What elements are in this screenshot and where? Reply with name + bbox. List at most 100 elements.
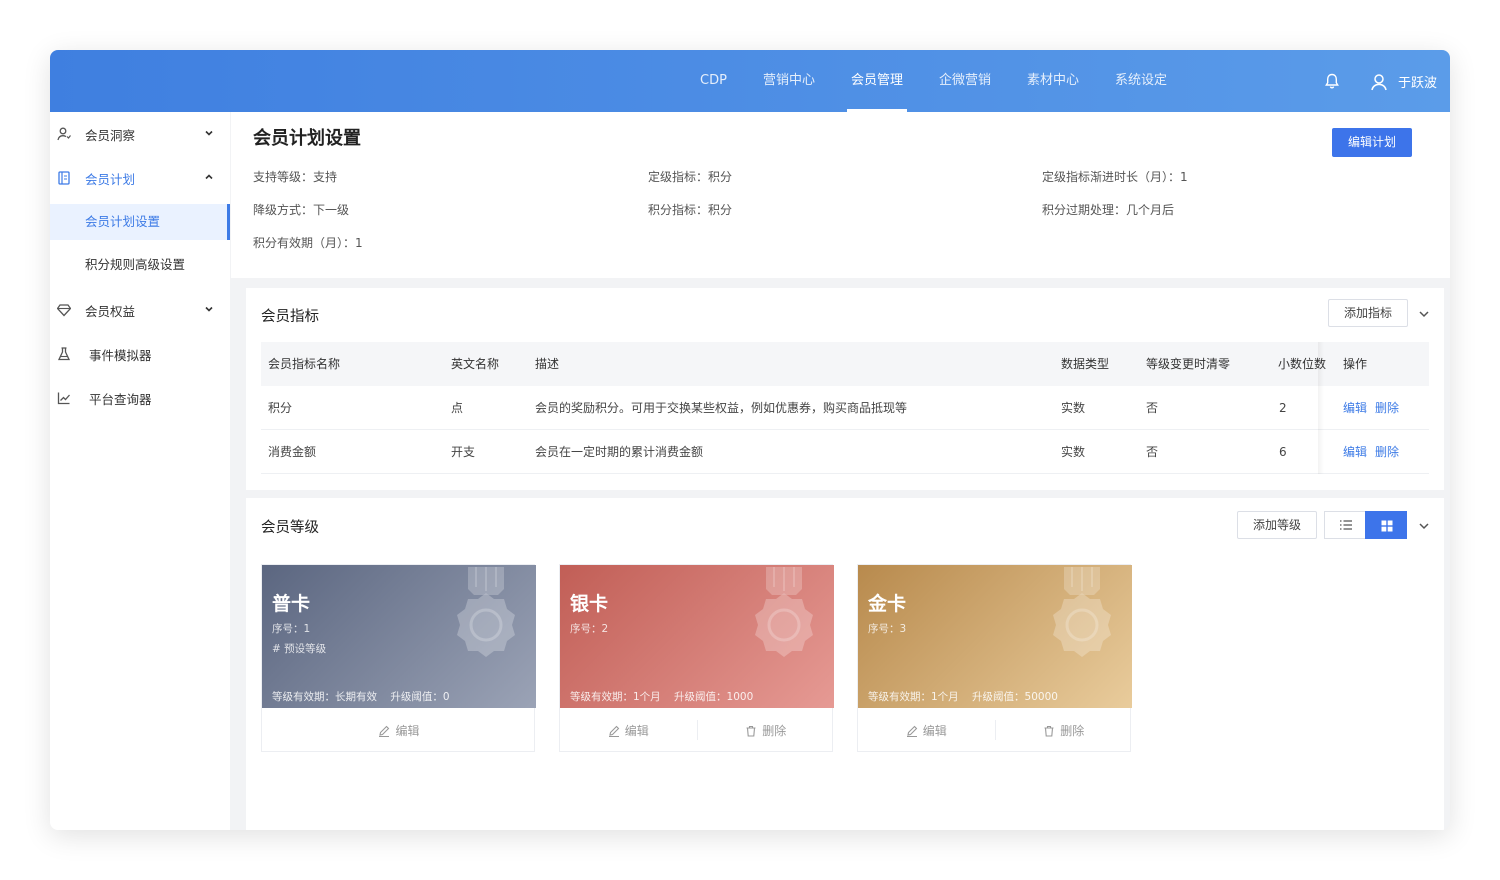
level-card: 普卡 序号：1 # 预设等级 等级有效期：长期有效 升级阈值：0 编辑	[261, 564, 536, 753]
chevron-down-icon[interactable]	[1418, 308, 1430, 320]
nav-cdp[interactable]: CDP	[700, 50, 727, 112]
level-card-face[interactable]: 银卡 序号：2 等级有效期：1个月 升级阈值：1000	[560, 565, 834, 708]
level-name: 普卡	[272, 593, 311, 615]
level-seq: 序号：2	[570, 623, 609, 635]
level-card-actions: 编辑	[262, 708, 536, 753]
sidebar-item-member-insight[interactable]: 会员洞察	[50, 112, 230, 156]
nav-member-management[interactable]: 会员管理	[846, 50, 907, 112]
cell-data-type: 实数	[1061, 445, 1086, 459]
level-edit-button[interactable]: 编辑	[262, 708, 536, 753]
level-edit-label: 编辑	[395, 724, 420, 738]
flask-icon	[57, 347, 71, 361]
top-bar: CDP 营销中心 会员管理 企微营销 素材中心 系统设定 于跃波	[50, 50, 1450, 112]
cell-data-type: 实数	[1061, 401, 1086, 415]
level-footer: 等级有效期：1个月 升级阈值：1000	[570, 689, 753, 704]
level-seq: 序号：1	[272, 623, 311, 635]
sidebar-subitem-plan-settings[interactable]: 会员计划设置	[50, 204, 230, 240]
level-card-actions: 编辑 删除	[858, 708, 1132, 753]
nav-marketing-center[interactable]: 营销中心	[763, 50, 815, 112]
cell-metric-name: 积分	[268, 401, 293, 415]
level-card: 银卡 序号：2 等级有效期：1个月 升级阈值：1000 编辑 删除	[559, 564, 834, 753]
col-metric-name: 会员指标名称	[268, 357, 341, 371]
level-card-face[interactable]: 普卡 序号：1 # 预设等级 等级有效期：长期有效 升级阈值：0	[262, 565, 536, 708]
info-points-validity: 积分有效期（月）：1	[253, 236, 363, 250]
col-data-type: 数据类型	[1061, 357, 1110, 371]
level-validity: 等级有效期：长期有效	[272, 691, 377, 703]
sidebar-subitem-points-rules[interactable]: 积分规则高级设置	[50, 247, 230, 283]
sidebar-item-platform-query[interactable]: 平台查询器	[50, 376, 230, 420]
pencil-icon	[608, 725, 620, 737]
sidebar: 会员洞察 会员计划 会员计划设置 积分规则高级设置 会员权益 事件模拟器 平台查…	[50, 112, 230, 830]
delete-link[interactable]: 删除	[1375, 401, 1399, 415]
level-name: 银卡	[570, 593, 609, 615]
sidebar-item-event-simulator[interactable]: 事件模拟器	[50, 332, 230, 376]
sidebar-item-label: 平台查询器	[89, 391, 152, 407]
grid-view-toggle[interactable]	[1365, 511, 1407, 539]
nav-material-center[interactable]: 素材中心	[1027, 50, 1079, 112]
level-threshold: 升级阈值：0	[390, 691, 450, 703]
pencil-icon	[379, 725, 390, 737]
level-edit-button[interactable]: 编辑	[560, 708, 697, 753]
levels-title: 会员等级	[261, 520, 319, 536]
trash-icon	[746, 725, 756, 737]
top-nav: CDP 营销中心 会员管理 企微营销 素材中心 系统设定	[700, 50, 1203, 112]
level-edit-label: 编辑	[922, 724, 947, 738]
sidebar-item-member-plan[interactable]: 会员计划	[50, 156, 230, 200]
level-card-actions: 编辑 删除	[560, 708, 834, 753]
user-menu[interactable]: 于跃波	[1370, 72, 1437, 91]
col-description: 描述	[535, 357, 560, 371]
chart-line-icon	[57, 392, 70, 405]
add-metric-button[interactable]: 添加指标	[1328, 299, 1408, 327]
info-points-metric: 积分指标：积分	[648, 203, 733, 217]
level-preset-tag: # 预设等级	[272, 643, 327, 655]
edit-link[interactable]: 编辑	[1343, 401, 1367, 415]
level-footer: 等级有效期：1个月 升级阈值：50000	[868, 689, 1058, 704]
cell-metric-name: 消费金额	[268, 445, 317, 459]
bell-icon[interactable]	[1325, 73, 1339, 89]
sidebar-item-member-benefits[interactable]: 会员权益	[50, 288, 230, 332]
page-title: 会员计划设置	[253, 128, 361, 149]
level-validity: 等级有效期：1个月	[868, 691, 959, 703]
info-grade-window: 定级指标渐进时长（月）：1	[1042, 170, 1188, 184]
sidebar-item-label: 会员洞察	[85, 127, 136, 143]
list-icon	[1340, 520, 1352, 530]
level-name: 金卡	[868, 593, 907, 615]
table-row: 积分 点 会员的奖励积分。可用于交换某些权益，例如优惠券，购买商品抵现等 实数 …	[261, 386, 1429, 430]
chevron-down-icon	[205, 130, 213, 136]
cell-decimals: 6	[1279, 445, 1287, 459]
sidebar-item-label: 会员权益	[85, 303, 136, 319]
cell-description: 会员的奖励积分。可用于交换某些权益，例如优惠券，购买商品抵现等	[535, 401, 908, 415]
info-downgrade: 降级方式：下一级	[253, 203, 350, 217]
level-delete-button[interactable]: 删除	[996, 708, 1133, 753]
delete-link[interactable]: 删除	[1375, 445, 1399, 459]
trash-icon	[1044, 725, 1054, 737]
diamond-icon	[57, 304, 71, 317]
level-edit-button[interactable]: 编辑	[858, 708, 995, 753]
user-name: 于跃波	[1398, 76, 1438, 91]
level-delete-label: 删除	[1060, 724, 1085, 738]
cell-decimals: 2	[1279, 401, 1287, 415]
info-grade-metric: 定级指标：积分	[648, 170, 733, 184]
nav-wecom-marketing[interactable]: 企微营销	[939, 50, 991, 112]
cell-english-name: 点	[451, 401, 464, 415]
level-footer: 等级有效期：长期有效 升级阈值：0	[272, 689, 450, 704]
chevron-down-icon[interactable]	[1418, 520, 1430, 532]
level-card: 金卡 序号：3 等级有效期：1个月 升级阈值：50000 编辑 删除	[857, 564, 1132, 753]
nav-system-settings[interactable]: 系统设定	[1115, 50, 1167, 112]
cell-reset-on-change: 否	[1146, 401, 1159, 415]
edit-link[interactable]: 编辑	[1343, 445, 1367, 459]
edit-plan-button[interactable]: 编辑计划	[1332, 128, 1412, 157]
cell-actions: 编辑 删除	[1343, 430, 1407, 474]
grid-icon	[1381, 520, 1393, 532]
cell-actions: 编辑 删除	[1343, 386, 1407, 430]
level-delete-button[interactable]: 删除	[698, 708, 835, 753]
pencil-icon	[906, 725, 918, 737]
level-card-face[interactable]: 金卡 序号：3 等级有效期：1个月 升级阈值：50000	[858, 565, 1132, 708]
list-view-toggle[interactable]	[1324, 511, 1366, 539]
add-level-button[interactable]: 添加等级	[1237, 511, 1317, 539]
chevron-down-icon	[205, 306, 213, 312]
level-validity: 等级有效期：1个月	[570, 691, 661, 703]
table-row: 消费金额 开支 会员在一定时期的累计消费金额 实数 否 6 编辑 删除	[261, 430, 1429, 474]
level-delete-label: 删除	[762, 724, 787, 738]
app-window: CDP 营销中心 会员管理 企微营销 素材中心 系统设定 于跃波 会员洞察 会员…	[50, 50, 1450, 830]
